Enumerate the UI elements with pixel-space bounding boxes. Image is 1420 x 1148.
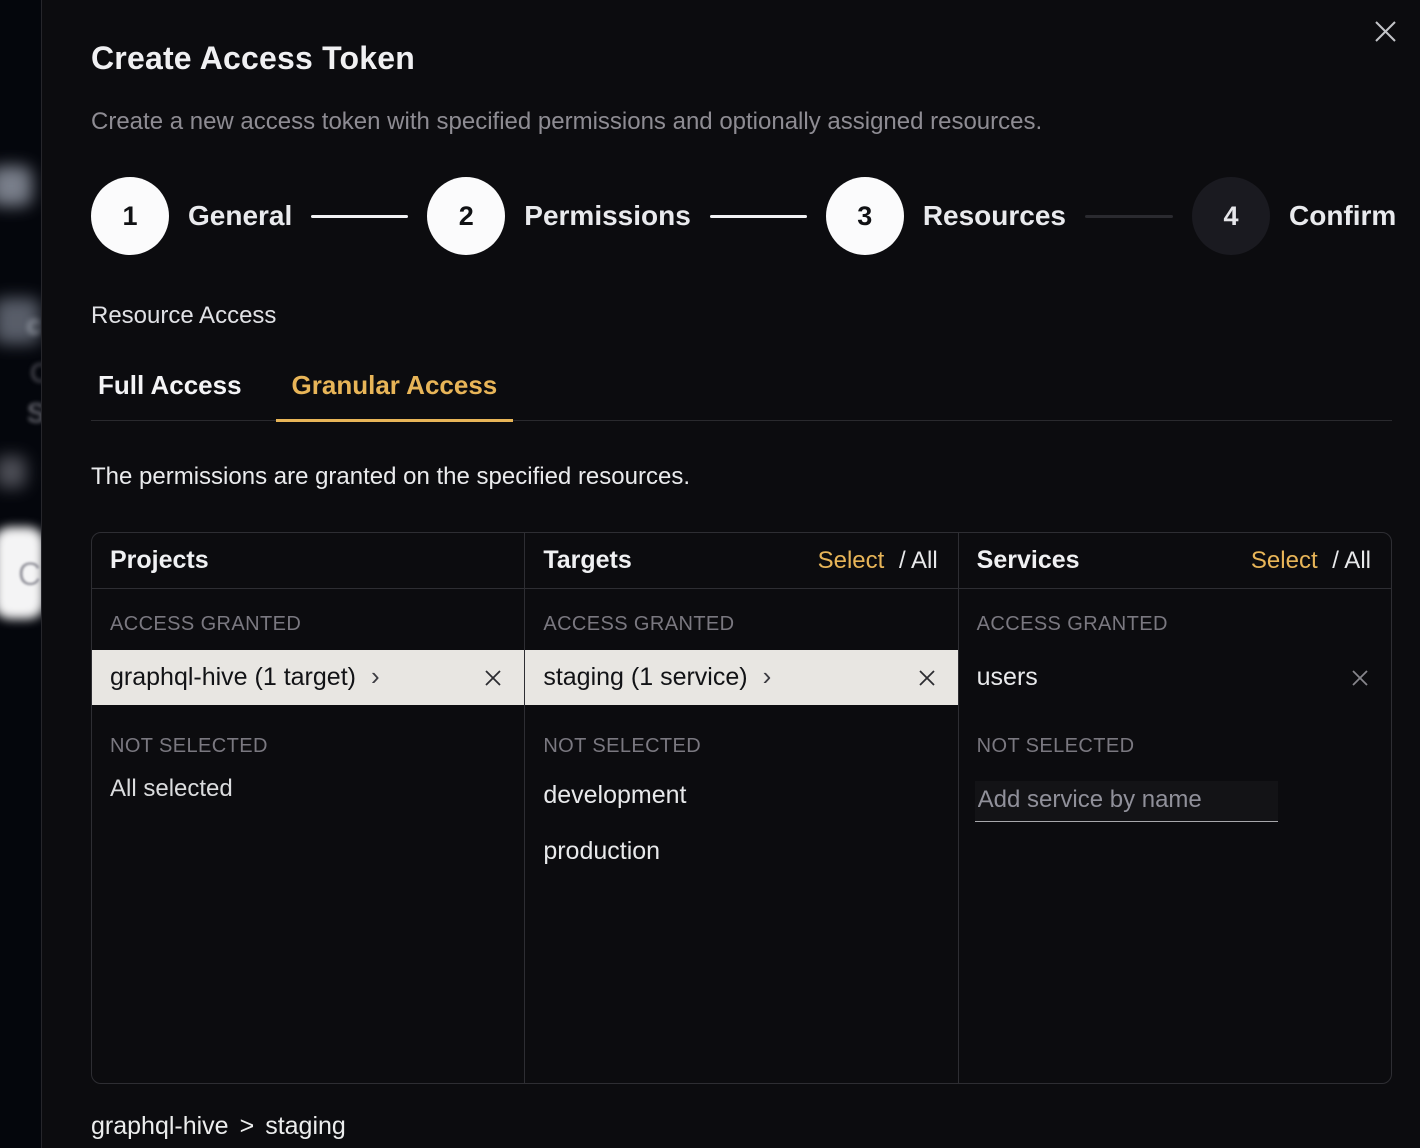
step-connector <box>311 215 408 218</box>
projects-not-selected-label: NOT SELECTED <box>110 735 506 758</box>
target-row-staging[interactable]: staging (1 service) › <box>525 650 957 705</box>
step-resources[interactable]: 3 Resources <box>826 177 1066 255</box>
targets-select-all-link[interactable]: / All <box>899 547 938 574</box>
targets-title: Targets <box>543 546 631 575</box>
projects-title: Projects <box>110 546 209 575</box>
services-column: Services Select / All ACCESS GRANTED use… <box>958 533 1391 1083</box>
breadcrumb-project: graphql-hive <box>91 1112 229 1141</box>
remove-target-icon[interactable] <box>916 667 938 689</box>
close-icon <box>1374 20 1397 43</box>
background-nav-blob <box>0 166 32 206</box>
remove-project-icon[interactable] <box>482 667 504 689</box>
breadcrumb-separator: > <box>240 1112 255 1141</box>
target-row-label: staging (1 service) <box>543 663 747 692</box>
target-option-development[interactable]: development <box>525 767 957 823</box>
project-row-label: graphql-hive (1 target) <box>110 663 356 692</box>
breadcrumb-target: staging <box>265 1112 346 1141</box>
targets-access-granted-label: ACCESS GRANTED <box>543 613 939 636</box>
services-select-link[interactable]: Select <box>1251 547 1318 574</box>
services-select-all-link[interactable]: / All <box>1332 547 1371 574</box>
close-button[interactable] <box>1370 16 1400 46</box>
projects-header: Projects <box>92 533 524 589</box>
step-circle-3: 3 <box>826 177 904 255</box>
targets-not-selected-label: NOT SELECTED <box>543 735 939 758</box>
services-not-selected-label: NOT SELECTED <box>977 735 1373 758</box>
access-mode-tabs: Full Access Granular Access <box>91 356 1392 421</box>
projects-column: Projects ACCESS GRANTED graphql-hive (1 … <box>92 533 524 1083</box>
step-label-general: General <box>188 200 292 232</box>
breadcrumb: graphql-hive > staging <box>91 1112 1392 1141</box>
targets-header: Targets Select / All <box>525 533 957 589</box>
add-service-input[interactable] <box>975 781 1278 822</box>
services-header: Services Select / All <box>959 533 1391 589</box>
background-page: c C S C <box>0 0 41 1148</box>
step-label-resources: Resources <box>923 200 1066 232</box>
project-row-graphql-hive[interactable]: graphql-hive (1 target) › <box>92 650 524 705</box>
step-general[interactable]: 1 General <box>91 177 292 255</box>
background-small-blob <box>0 456 26 488</box>
step-circle-4: 4 <box>1192 177 1270 255</box>
targets-column: Targets Select / All ACCESS GRANTED stag… <box>524 533 957 1083</box>
chevron-right-icon: › <box>371 663 380 689</box>
services-title: Services <box>977 546 1080 575</box>
projects-access-granted-label: ACCESS GRANTED <box>110 613 506 636</box>
targets-select-link[interactable]: Select <box>818 547 885 574</box>
resource-table: Projects ACCESS GRANTED graphql-hive (1 … <box>91 532 1392 1084</box>
services-access-granted-label: ACCESS GRANTED <box>977 613 1373 636</box>
step-confirm[interactable]: 4 Confirm <box>1192 177 1396 255</box>
projects-all-selected-note: All selected <box>110 775 506 803</box>
chevron-right-icon: › <box>763 663 772 689</box>
step-label-permissions: Permissions <box>524 200 691 232</box>
remove-service-icon[interactable] <box>1349 667 1371 689</box>
target-option-production[interactable]: production <box>525 823 957 879</box>
background-button-glyph: C <box>18 556 41 593</box>
background-cut-text: C <box>30 358 41 389</box>
step-circle-2: 2 <box>427 177 505 255</box>
dialog-title: Create Access Token <box>91 40 1392 77</box>
step-connector <box>710 215 807 218</box>
step-label-confirm: Confirm <box>1289 200 1396 232</box>
background-cut-text: c <box>27 310 41 341</box>
dialog-subtitle: Create a new access token with specified… <box>91 108 1392 136</box>
granular-access-description: The permissions are granted on the speci… <box>91 463 1392 491</box>
resource-access-heading: Resource Access <box>91 302 1392 330</box>
step-connector-dim <box>1085 215 1173 218</box>
service-row-label: users <box>977 663 1038 692</box>
tab-granular-access[interactable]: Granular Access <box>276 356 514 422</box>
background-cut-text: S <box>27 398 41 429</box>
step-permissions[interactable]: 2 Permissions <box>427 177 691 255</box>
create-access-token-dialog: Create Access Token Create a new access … <box>41 0 1420 1148</box>
service-row-users[interactable]: users <box>959 650 1391 705</box>
tab-full-access[interactable]: Full Access <box>98 356 242 420</box>
stepper: 1 General 2 Permissions 3 Resources 4 Co… <box>91 177 1392 255</box>
step-circle-1: 1 <box>91 177 169 255</box>
